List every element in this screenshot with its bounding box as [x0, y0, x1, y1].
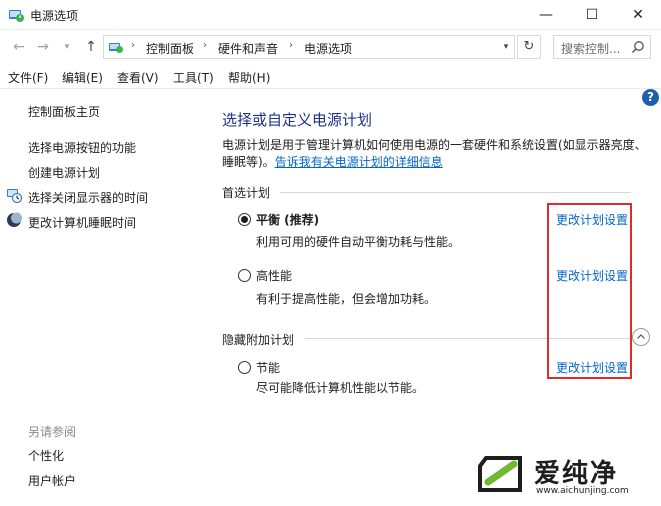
- highlight-box: [547, 203, 632, 379]
- display-clock-icon: [7, 189, 22, 203]
- recent-locations-dropdown-icon[interactable]: ▾: [58, 38, 76, 56]
- watermark-logo: [478, 456, 522, 492]
- page-title: 选择或自定义电源计划: [222, 111, 373, 129]
- menu-tools[interactable]: 工具(T): [173, 69, 214, 86]
- close-button[interactable]: ✕: [615, 0, 661, 30]
- watermark: 爱纯净 www.aichunjing.com: [474, 449, 654, 503]
- display-off-time-link[interactable]: 选择关闭显示器的时间: [28, 189, 148, 206]
- menu-file[interactable]: 文件(F): [8, 69, 48, 86]
- up-arrow-icon[interactable]: ↑: [82, 38, 100, 56]
- search-input[interactable]: 搜索控制...: [553, 35, 651, 59]
- breadcrumb-separator: ›: [131, 40, 135, 51]
- navigation-bar: ← → ▾ ↑ › 控制面板 › 硬件和声音 › 电源选项 ▾ ↻ 搜索控制..…: [0, 30, 661, 64]
- power-options-icon: [9, 10, 24, 22]
- watermark-url: www.aichunjing.com: [536, 486, 629, 496]
- forward-arrow-icon[interactable]: →: [34, 38, 52, 56]
- breadcrumb-separator[interactable]: ›: [203, 40, 207, 51]
- control-panel-icon: [109, 43, 123, 53]
- preferred-plans-divider: [280, 192, 631, 193]
- breadcrumb-separator[interactable]: ›: [289, 40, 293, 51]
- breadcrumb-control-panel[interactable]: 控制面板: [146, 40, 194, 57]
- balanced-plan-radio[interactable]: [238, 213, 251, 226]
- menu-help[interactable]: 帮助(H): [228, 69, 270, 86]
- breadcrumb-hardware-sound[interactable]: 硬件和声音: [218, 40, 278, 57]
- maximize-button[interactable]: ☐: [569, 0, 615, 30]
- address-dropdown-icon[interactable]: ▾: [498, 35, 514, 59]
- power-button-function-link[interactable]: 选择电源按钮的功能: [28, 139, 136, 156]
- hidden-plans-label: 隐藏附加计划: [222, 333, 295, 347]
- search-icon: [631, 41, 644, 54]
- balanced-plan-name[interactable]: 平衡 (推荐): [256, 211, 319, 228]
- moon-icon: [7, 212, 22, 227]
- preferred-plans-label: 首选计划: [222, 186, 271, 200]
- high-performance-plan-radio[interactable]: [238, 269, 251, 282]
- power-saver-plan-description: 尽可能降低计算机性能以节能。: [256, 381, 425, 395]
- refresh-icon[interactable]: ↻: [517, 35, 541, 59]
- watermark-brand: 爱纯净: [534, 459, 619, 489]
- sleep-time-link[interactable]: 更改计算机睡眠时间: [28, 214, 136, 231]
- menu-edit[interactable]: 编辑(E): [62, 69, 103, 86]
- collapse-chevron-up-icon[interactable]: [632, 328, 650, 346]
- back-arrow-icon[interactable]: ←: [10, 38, 28, 56]
- address-bar[interactable]: › 控制面板 › 硬件和声音 › 电源选项: [103, 35, 515, 59]
- breadcrumb-power-options[interactable]: 电源选项: [304, 40, 352, 57]
- create-power-plan-link[interactable]: 创建电源计划: [28, 164, 100, 181]
- user-accounts-link[interactable]: 用户帐户: [28, 472, 76, 489]
- title-bar: 电源选项 — ☐ ✕: [0, 0, 661, 30]
- high-performance-plan-description: 有利于提高性能，但会增加功耗。: [256, 292, 437, 306]
- minimize-button[interactable]: —: [523, 0, 569, 30]
- menu-bar: 文件(F) 编辑(E) 查看(V) 工具(T) 帮助(H): [0, 65, 661, 89]
- see-also-label: 另请参阅: [28, 425, 77, 439]
- personalization-link[interactable]: 个性化: [28, 447, 64, 464]
- help-icon[interactable]: ?: [642, 89, 659, 106]
- control-panel-home-link[interactable]: 控制面板主页: [28, 103, 100, 120]
- window-title: 电源选项: [30, 9, 79, 23]
- search-placeholder: 搜索控制...: [561, 42, 621, 56]
- power-saver-plan-radio[interactable]: [238, 361, 251, 374]
- menu-view[interactable]: 查看(V): [117, 69, 159, 86]
- learn-more-link[interactable]: 告诉我有关电源计划的详细信息: [275, 155, 443, 169]
- balanced-plan-description: 利用可用的硬件自动平衡功耗与性能。: [256, 235, 461, 249]
- page-description: 电源计划是用于管理计算机如何使用电源的一套硬件和系统设置(如显示器亮度、睡眠等)…: [222, 137, 647, 171]
- high-performance-plan-name[interactable]: 高性能: [256, 267, 292, 284]
- power-saver-plan-name[interactable]: 节能: [256, 359, 280, 376]
